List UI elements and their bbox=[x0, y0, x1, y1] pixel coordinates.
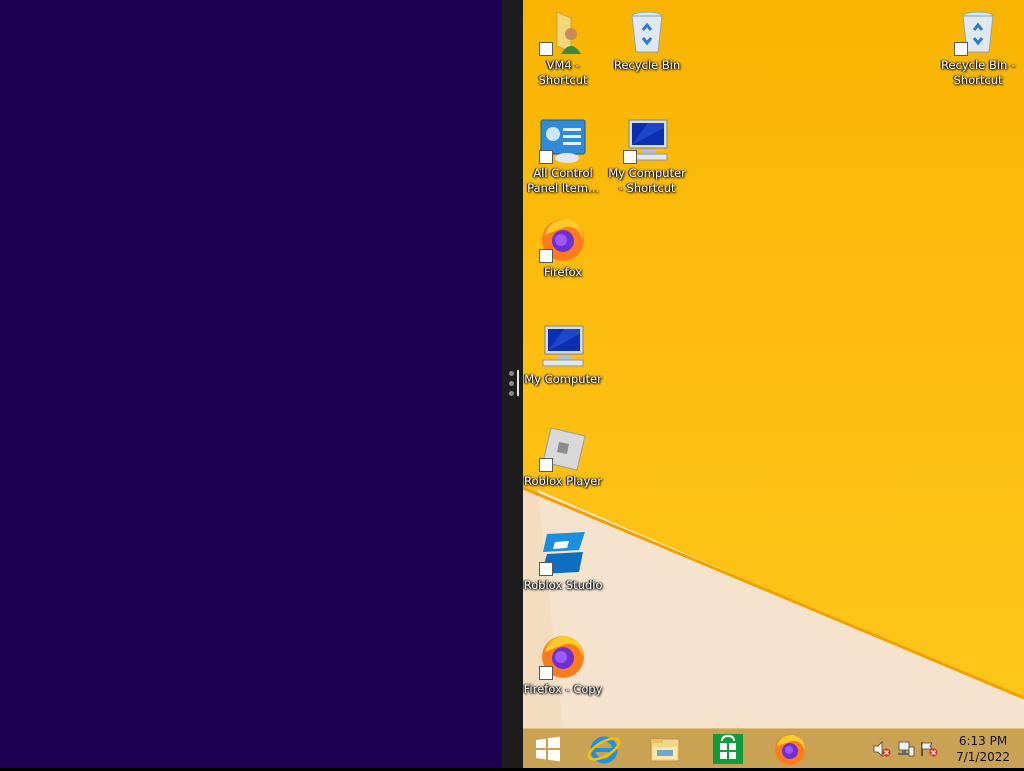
icon-label: Recycle Bin - Shortcut bbox=[940, 58, 1016, 87]
icon-label: Firefox - Copy bbox=[523, 682, 603, 696]
divider-grip-dot bbox=[509, 391, 514, 396]
recycle-bin-icon bbox=[631, 11, 663, 53]
desktop-icon-roblox-studio[interactable]: Roblox Studio bbox=[523, 528, 603, 593]
snap-divider[interactable] bbox=[502, 0, 523, 768]
internet-explorer-icon bbox=[587, 736, 621, 764]
shortcut-arrow-icon bbox=[539, 249, 553, 263]
icon-label: Roblox Player bbox=[524, 474, 602, 488]
taskbar-clock[interactable]: 6:13 PM 7/1/2022 bbox=[956, 733, 1010, 765]
desktop-icon-recycle-bin-shortcut[interactable]: Recycle Bin - Shortcut bbox=[938, 8, 1018, 88]
shortcut-arrow-icon bbox=[539, 458, 553, 472]
taskbar: 6:13 PM 7/1/2022 bbox=[523, 728, 1024, 768]
taskbar-file-explorer[interactable] bbox=[642, 731, 688, 767]
taskbar-internet-explorer[interactable] bbox=[581, 731, 627, 767]
windows-store-icon bbox=[713, 734, 743, 764]
icon-label: Recycle Bin bbox=[613, 58, 681, 72]
taskbar-firefox[interactable] bbox=[767, 731, 813, 767]
shortcut-arrow-icon bbox=[539, 42, 553, 56]
desktop-icon-firefox-copy[interactable]: Firefox - Copy bbox=[523, 632, 603, 697]
computer-icon bbox=[542, 325, 584, 367]
icon-label: My Computer bbox=[524, 372, 602, 386]
desktop[interactable]: VM4 - Shortcut Recycle Bin Recycle Bin -… bbox=[523, 0, 1024, 728]
icon-label: Roblox Studio bbox=[523, 578, 603, 592]
desktop-icon-control-panel[interactable]: All Control Panel Item... bbox=[523, 116, 603, 196]
clock-date: 7/1/2022 bbox=[956, 750, 1010, 764]
icon-label: Firefox bbox=[543, 265, 583, 279]
divider-grip-dot bbox=[509, 371, 514, 376]
desktop-icon-roblox-player[interactable]: Roblox Player bbox=[523, 424, 603, 489]
shortcut-arrow-icon bbox=[954, 42, 968, 56]
icon-label: VM4 - Shortcut bbox=[538, 58, 588, 87]
shortcut-arrow-icon bbox=[539, 562, 553, 576]
divider-grip-dot bbox=[509, 381, 514, 386]
divider-handle[interactable] bbox=[517, 370, 519, 396]
windows-logo-icon bbox=[536, 736, 560, 762]
file-explorer-icon bbox=[650, 738, 680, 762]
desktop-icon-vm4-shortcut[interactable]: VM4 - Shortcut bbox=[523, 8, 603, 88]
icon-label: All Control Panel Item... bbox=[527, 166, 599, 195]
firefox-icon bbox=[775, 735, 805, 765]
volume-muted-icon[interactable] bbox=[873, 741, 891, 757]
snapped-app-pane[interactable] bbox=[0, 0, 502, 768]
shortcut-arrow-icon bbox=[623, 150, 637, 164]
taskbar-windows-store[interactable] bbox=[704, 731, 750, 767]
start-button[interactable] bbox=[525, 731, 571, 767]
desktop-icon-my-computer-shortcut[interactable]: My Computer - Shortcut bbox=[607, 116, 687, 196]
shortcut-arrow-icon bbox=[539, 666, 553, 680]
network-icon[interactable] bbox=[897, 741, 915, 757]
shortcut-arrow-icon bbox=[539, 150, 553, 164]
desktop-icon-recycle-bin[interactable]: Recycle Bin bbox=[607, 8, 687, 73]
clock-time: 6:13 PM bbox=[958, 734, 1008, 748]
desktop-icon-my-computer[interactable]: My Computer bbox=[523, 322, 603, 387]
icon-label: My Computer - Shortcut bbox=[608, 166, 686, 195]
action-center-flag-icon[interactable] bbox=[920, 741, 938, 757]
desktop-icon-firefox[interactable]: Firefox bbox=[523, 215, 603, 280]
